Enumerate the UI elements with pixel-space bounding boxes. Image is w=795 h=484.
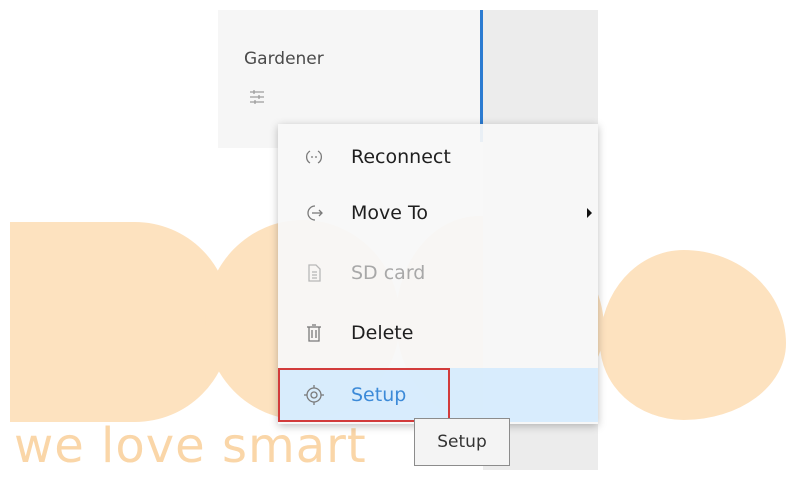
menu-item-label: Reconnect <box>351 146 451 168</box>
device-name: Gardener <box>244 49 324 69</box>
menu-item-sd-card[interactable]: SD card <box>278 246 598 300</box>
reconnect-icon <box>303 146 325 168</box>
submenu-arrow-icon <box>587 208 592 218</box>
menu-item-move-to[interactable]: Move To <box>278 186 598 240</box>
menu-item-label: Delete <box>351 322 414 344</box>
trash-icon <box>303 322 325 344</box>
menu-item-delete[interactable]: Delete <box>278 306 598 360</box>
move-to-icon <box>303 202 325 224</box>
menu-item-setup[interactable]: Setup <box>278 368 598 422</box>
tooltip: Setup <box>414 418 510 466</box>
settings-sliders-icon[interactable] <box>248 88 266 106</box>
sd-card-icon <box>303 262 325 284</box>
menu-item-label: SD card <box>351 262 426 284</box>
watermark-logo-shape-b-small <box>600 250 786 420</box>
menu-item-reconnect[interactable]: Reconnect <box>278 130 598 184</box>
menu-item-label: Move To <box>351 202 428 224</box>
highlight-outline <box>278 368 450 422</box>
watermark-logo-shape-r <box>10 222 230 422</box>
context-menu: Reconnect Move To SD card Delete Setup <box>278 124 598 424</box>
